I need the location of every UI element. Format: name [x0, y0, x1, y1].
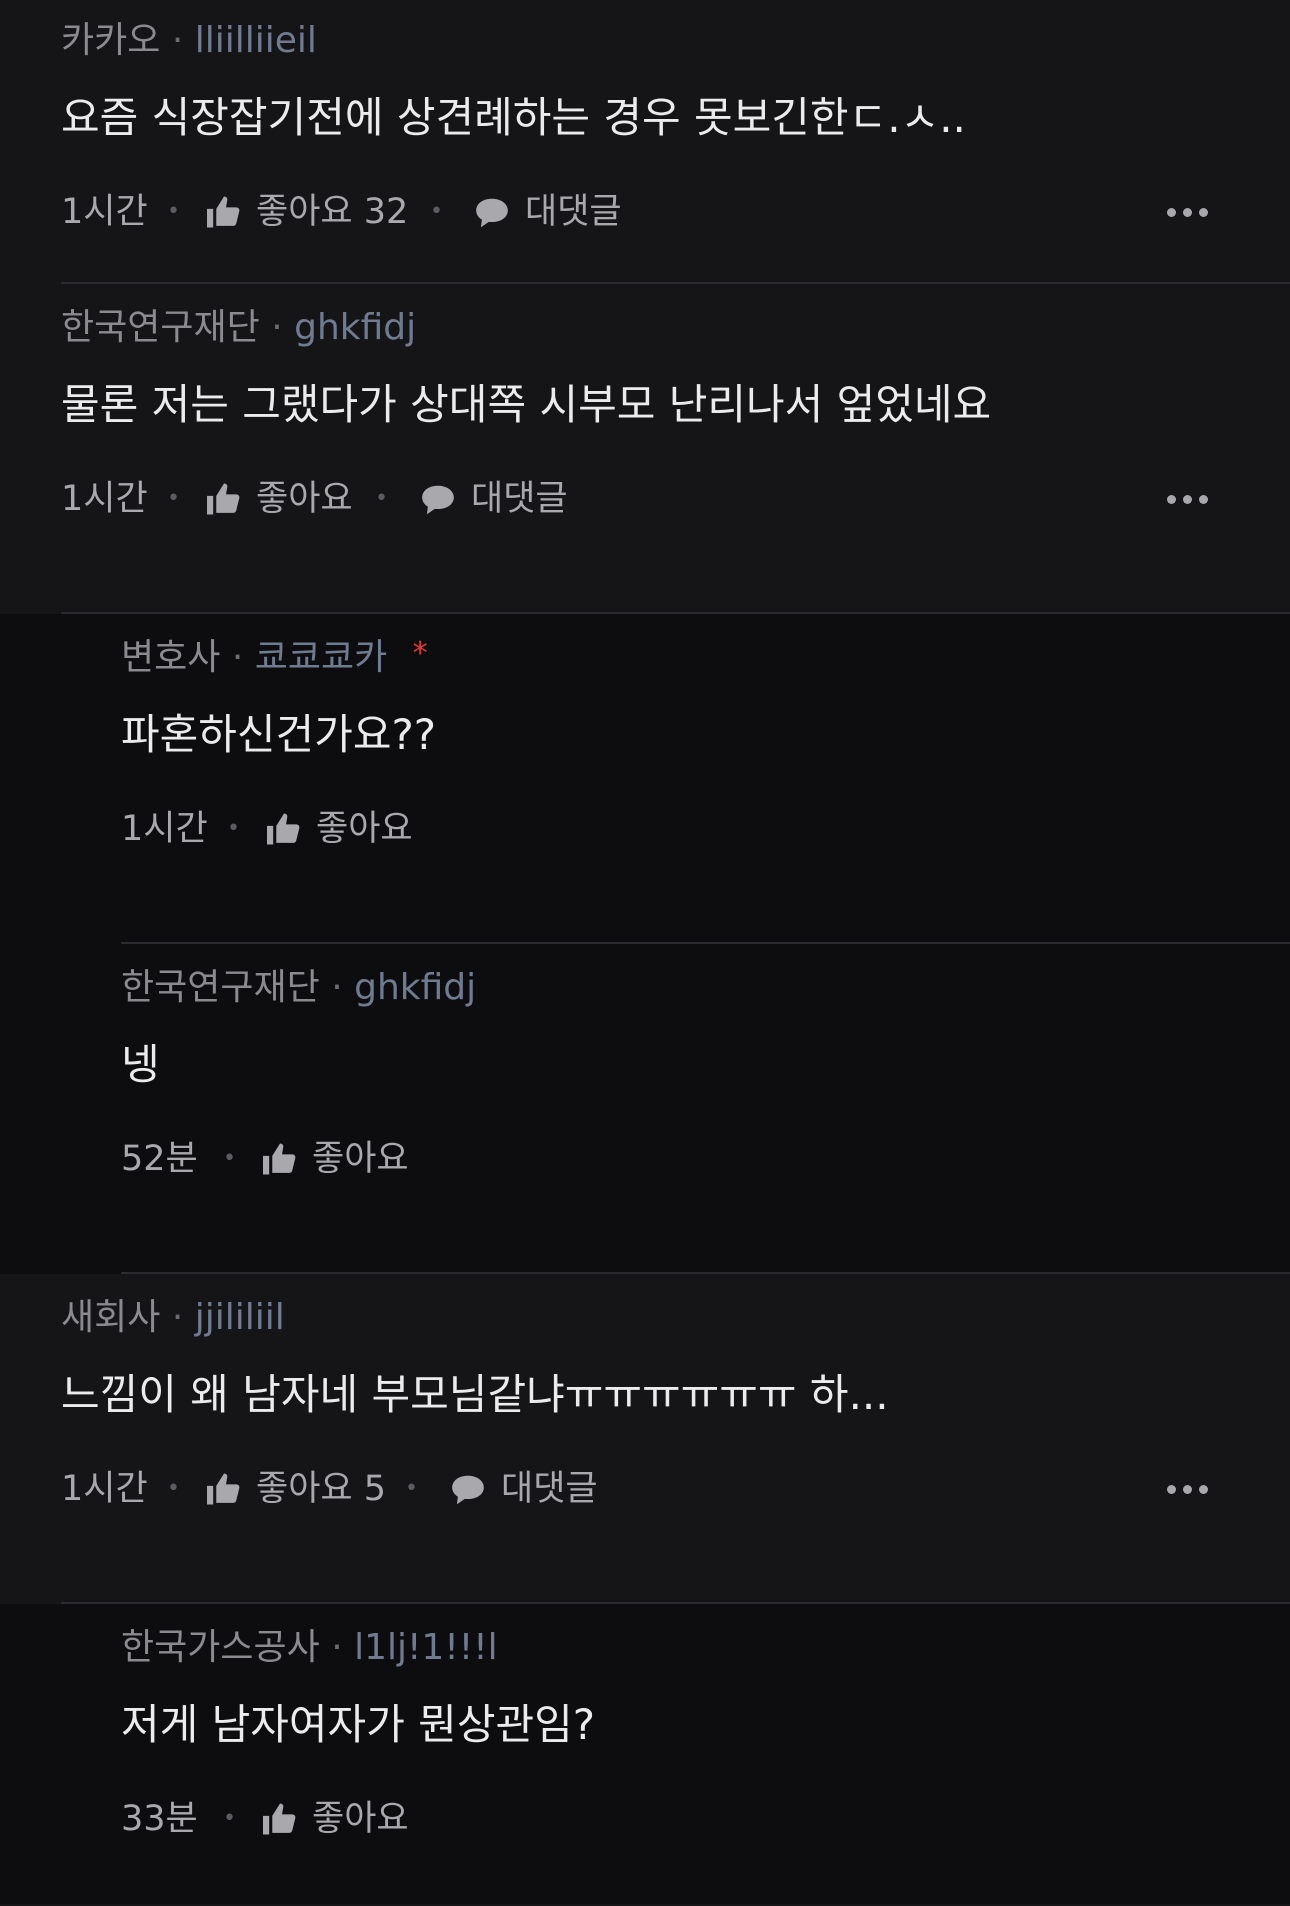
action-separator: •: [167, 199, 180, 224]
like-button[interactable]: 좋아요: [316, 804, 413, 854]
speech-bubble-icon[interactable]: [419, 474, 457, 518]
more-options-icon[interactable]: [1167, 187, 1208, 237]
company-name: 카카오: [61, 20, 161, 61]
speech-bubble-icon[interactable]: [449, 1464, 487, 1508]
action-separator: •: [430, 199, 443, 224]
comment-time: 1시간: [61, 1469, 148, 1509]
action-separator: •: [227, 816, 240, 841]
comment-content: 새회사 · jjililiil 느낌이 왜 남자네 부모님같냐ㅠㅠㅠㅠㅠㅠ 하.…: [61, 1274, 1290, 1604]
comment-actions: 1시간 • 좋아요 32 • 대댓글: [61, 187, 1290, 237]
nickname[interactable]: ghkfidj: [294, 307, 416, 348]
comment-meta: 한국연구재단 · ghkfidj: [121, 966, 476, 1010]
meta-separator: ·: [171, 20, 184, 61]
company-name: 한국가스공사: [121, 1627, 320, 1668]
company-name: 변호사: [121, 637, 221, 678]
author-mark: *: [412, 636, 428, 671]
reply-comment: 변호사 · 쿄쿄쿄카 * 파혼하신건가요?? 1시간 • 좋아요: [0, 614, 1290, 944]
comment-text: 파혼하신건가요??: [121, 710, 437, 759]
comment-text: 요즘 식장잡기전에 상견례하는 경우 못보긴한ㄷ.ㅅ..: [61, 93, 966, 142]
thumbs-up-icon[interactable]: [205, 187, 243, 229]
comment-actions: 33분 • 좋아요: [121, 1794, 1290, 1844]
speech-bubble-icon[interactable]: [473, 187, 511, 231]
meta-separator: ·: [331, 967, 343, 1008]
like-button[interactable]: 좋아요: [312, 1134, 409, 1184]
company-name: 한국연구재단: [61, 307, 260, 348]
comment-content: 한국연구재단 · ghkfidj 넹 52분 • 좋아요: [121, 944, 1290, 1274]
thumbs-up-icon[interactable]: [265, 804, 303, 846]
action-separator: •: [375, 486, 388, 511]
comment-content: 한국가스공사 · l1lj!1!!!l 저게 남자여자가 뭔상관임? 33분 •…: [121, 1604, 1290, 1904]
like-button[interactable]: 좋아요: [256, 474, 353, 524]
comment-time: 33분: [121, 1799, 198, 1839]
like-button[interactable]: 좋아요: [312, 1794, 409, 1844]
like-button[interactable]: 좋아요 32: [256, 187, 408, 237]
company-name: 새회사: [61, 1297, 161, 1338]
comment-actions: 1시간 • 좋아요: [121, 804, 1290, 854]
comment: 한국연구재단 · ghkfidj 물론 저는 그랬다가 상대쪽 시부모 난리나서…: [0, 284, 1290, 614]
action-separator: •: [167, 1476, 180, 1501]
nickname[interactable]: l1lj!1!!!l: [354, 1627, 498, 1668]
reply-comment: 한국가스공사 · l1lj!1!!!l 저게 남자여자가 뭔상관임? 33분 •…: [0, 1604, 1290, 1904]
more-options-icon[interactable]: [1167, 474, 1208, 524]
comment-meta: 카카오 · lliilliieil: [61, 19, 317, 63]
company-name: 한국연구재단: [121, 967, 320, 1008]
action-separator: •: [405, 1476, 418, 1501]
comment-content: 카카오 · lliilliieil 요즘 식장잡기전에 상견례하는 경우 못보긴…: [61, 0, 1290, 284]
comment-time: 1시간: [121, 809, 208, 849]
meta-separator: ·: [171, 1297, 184, 1338]
nickname[interactable]: 쿄쿄쿄카: [255, 637, 387, 678]
action-separator: •: [167, 486, 180, 511]
comment-actions: 1시간 • 좋아요 5 • 대댓글: [61, 1464, 1290, 1514]
reply-button[interactable]: 대댓글: [501, 1464, 598, 1514]
thumbs-up-icon[interactable]: [261, 1794, 299, 1836]
meta-separator: ·: [331, 1627, 343, 1668]
comment-content: 한국연구재단 · ghkfidj 물론 저는 그랬다가 상대쪽 시부모 난리나서…: [61, 284, 1290, 614]
comment: 카카오 · lliilliieil 요즘 식장잡기전에 상견례하는 경우 못보긴…: [0, 0, 1290, 284]
nickname[interactable]: lliilliieil: [195, 20, 317, 61]
nickname[interactable]: jjililiil: [195, 1297, 285, 1338]
thumbs-up-icon[interactable]: [205, 1464, 243, 1506]
comment-text: 느낌이 왜 남자네 부모님같냐ㅠㅠㅠㅠㅠㅠ 하...: [61, 1370, 889, 1419]
comment-meta: 한국가스공사 · l1lj!1!!!l: [121, 1626, 498, 1670]
reply-comment: 한국연구재단 · ghkfidj 넹 52분 • 좋아요: [0, 944, 1290, 1274]
comment-meta: 새회사 · jjililiil: [61, 1296, 285, 1340]
action-separator: •: [223, 1806, 236, 1831]
nickname[interactable]: ghkfidj: [354, 967, 476, 1008]
reply-button[interactable]: 대댓글: [525, 187, 622, 237]
thumbs-up-icon[interactable]: [205, 474, 243, 516]
comment-meta: 변호사 · 쿄쿄쿄카 *: [121, 636, 428, 680]
comment: 새회사 · jjililiil 느낌이 왜 남자네 부모님같냐ㅠㅠㅠㅠㅠㅠ 하.…: [0, 1274, 1290, 1604]
comment-text: 저게 남자여자가 뭔상관임?: [121, 1700, 596, 1749]
like-button[interactable]: 좋아요 5: [256, 1464, 386, 1514]
comment-text: 넹: [121, 1040, 160, 1089]
meta-separator: ·: [231, 637, 244, 678]
comment-time: 52분: [121, 1139, 198, 1179]
action-separator: •: [223, 1146, 236, 1171]
comment-actions: 52분 • 좋아요: [121, 1134, 1290, 1184]
comment-text: 물론 저는 그랬다가 상대쪽 시부모 난리나서 엎었네요: [61, 380, 992, 429]
meta-separator: ·: [271, 307, 283, 348]
comment-content: 변호사 · 쿄쿄쿄카 * 파혼하신건가요?? 1시간 • 좋아요: [121, 614, 1290, 944]
comment-actions: 1시간 • 좋아요 • 대댓글: [61, 474, 1290, 524]
comment-time: 1시간: [61, 479, 148, 519]
comment-meta: 한국연구재단 · ghkfidj: [61, 306, 416, 350]
comment-time: 1시간: [61, 192, 148, 232]
more-options-icon[interactable]: [1167, 1464, 1208, 1514]
thumbs-up-icon[interactable]: [261, 1134, 299, 1176]
comment-feed: 카카오 · lliilliieil 요즘 식장잡기전에 상견례하는 경우 못보긴…: [0, 0, 1290, 1904]
reply-button[interactable]: 대댓글: [471, 474, 568, 524]
